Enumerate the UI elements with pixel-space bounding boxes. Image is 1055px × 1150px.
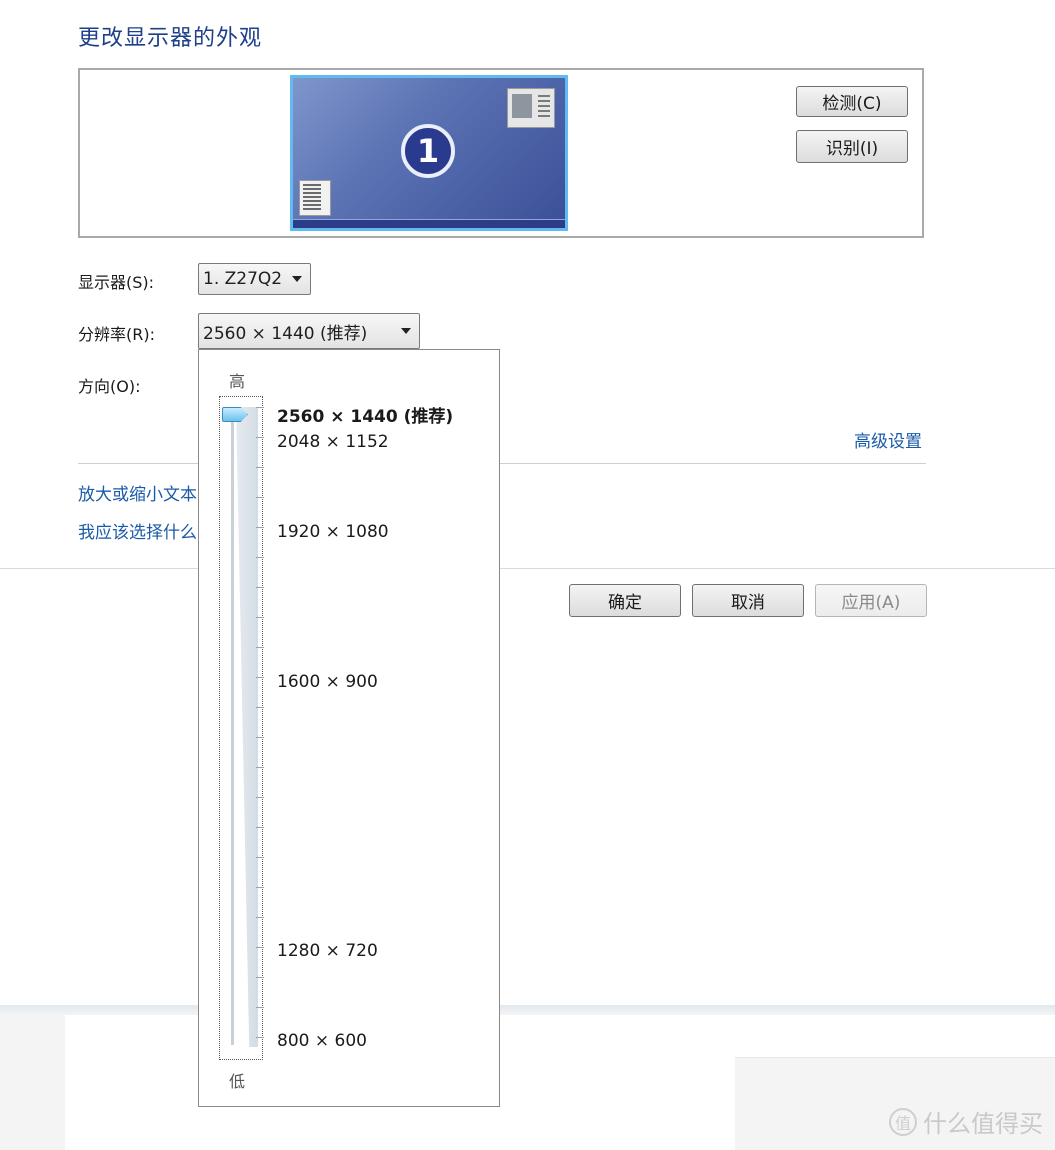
resolution-option[interactable]: 2048 × 1152 bbox=[277, 432, 389, 452]
resolution-option[interactable]: 2560 × 1440 (推荐) bbox=[277, 402, 453, 427]
display-label: 显示器(S): bbox=[78, 273, 155, 292]
monitor-number-badge: 1 bbox=[401, 124, 455, 178]
identify-button[interactable]: 识别(I) bbox=[796, 130, 908, 163]
resolution-label: 分辨率(R): bbox=[78, 325, 155, 344]
resolution-option[interactable]: 800 × 600 bbox=[277, 1031, 367, 1051]
high-label: 高 bbox=[229, 372, 246, 391]
apply-button: 应用(A) bbox=[815, 584, 927, 617]
document-icon bbox=[299, 180, 331, 216]
advanced-settings-link[interactable]: 高级设置 bbox=[854, 427, 922, 452]
resolution-select-value: 2560 × 1440 (推荐) bbox=[203, 323, 368, 344]
watermark: 值 什么值得买 bbox=[889, 1104, 1043, 1139]
window-icon bbox=[507, 88, 555, 128]
background-panel-strip bbox=[735, 1015, 1055, 1058]
which-settings-link[interactable]: 我应该选择什么 bbox=[78, 518, 198, 543]
detect-button[interactable]: 检测(C) bbox=[796, 86, 908, 117]
low-label: 低 bbox=[229, 1072, 246, 1091]
resolution-slider[interactable] bbox=[219, 396, 264, 1060]
resolution-select[interactable]: 2560 × 1440 (推荐) bbox=[198, 313, 420, 349]
text-size-link[interactable]: 放大或缩小文本 bbox=[78, 480, 198, 505]
watermark-logo-icon: 值 bbox=[889, 1107, 917, 1136]
resolution-option[interactable]: 1280 × 720 bbox=[277, 941, 378, 961]
ok-button[interactable]: 确定 bbox=[569, 584, 681, 617]
display-select[interactable]: 1. Z27Q2 bbox=[198, 263, 311, 295]
resolution-option[interactable]: 1600 × 900 bbox=[277, 672, 378, 692]
orientation-label: 方向(O): bbox=[78, 377, 141, 396]
display-select-value: 1. Z27Q2 bbox=[203, 269, 283, 289]
taskbar-graphic bbox=[293, 219, 565, 228]
footer-divider bbox=[0, 568, 1055, 569]
resolution-option[interactable]: 1920 × 1080 bbox=[277, 522, 389, 542]
watermark-text: 什么值得买 bbox=[923, 1110, 1043, 1138]
slider-track bbox=[230, 409, 234, 1045]
slider-ticks bbox=[256, 407, 264, 1047]
chevron-down-icon bbox=[292, 276, 302, 282]
page-title: 更改显示器的外观 bbox=[78, 26, 263, 51]
slider-track-shade bbox=[236, 407, 258, 1047]
monitor-1-thumbnail[interactable]: 1 bbox=[290, 75, 568, 231]
chevron-down-icon bbox=[401, 328, 411, 334]
resolution-dropdown[interactable]: 高 2560 × 1440 (推荐) 2048 × 1152 1920 × 10… bbox=[198, 349, 500, 1107]
cancel-button[interactable]: 取消 bbox=[692, 584, 804, 617]
